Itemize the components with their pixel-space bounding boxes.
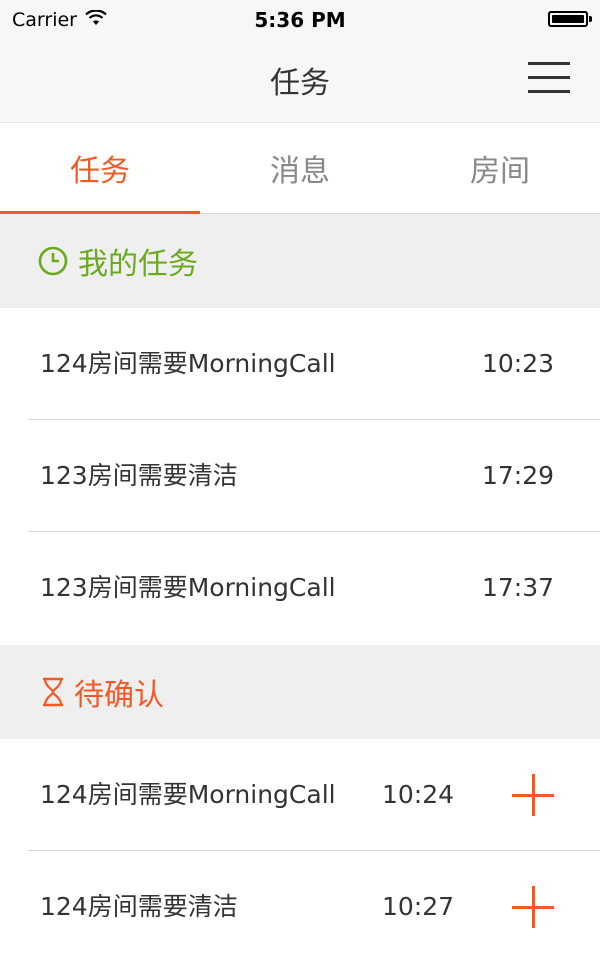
pending-title: 124房间需要MorningCall [40,780,336,809]
pending-title: 待确认 [74,678,164,713]
pending-row[interactable]: 124房间需要MorningCall 10:24 [0,739,600,851]
task-time: 17:37 [481,573,554,602]
pending-header: 待确认 [0,645,600,739]
pending-title: 124房间需要清洁 [40,892,238,921]
confirm-add-button[interactable] [512,886,554,928]
menu-icon[interactable] [528,62,570,94]
tab-tasks[interactable]: 任务 [0,123,200,214]
task-row[interactable]: 123房间需要清洁 17:29 [0,420,600,532]
task-row[interactable]: 123房间需要MorningCall 17:37 [0,532,600,644]
my-tasks-header: 我的任务 [0,214,600,308]
my-tasks-title: 我的任务 [78,247,198,282]
pending-time: 10:24 [382,780,455,809]
tab-bar: 任务 消息 房间 [0,123,600,214]
clock-icon [38,246,68,276]
nav-bar: 任务 [0,40,600,123]
task-row[interactable]: 124房间需要MorningCall 10:23 [0,308,600,420]
wifi-icon [85,9,107,31]
page-title: 任务 [270,66,330,101]
pending-row[interactable]: 124房间需要清洁 10:27 [0,851,600,963]
confirm-add-button[interactable] [512,774,554,816]
task-title: 123房间需要MorningCall [40,573,336,602]
pending-time: 10:27 [382,892,455,921]
task-title: 124房间需要MorningCall [40,349,336,378]
status-bar: Carrier 5:36 PM [0,0,600,40]
carrier-label: Carrier [12,9,77,31]
task-time: 10:23 [481,349,554,378]
tab-messages[interactable]: 消息 [200,123,400,213]
task-time: 17:29 [481,461,554,490]
tab-rooms[interactable]: 房间 [400,123,600,213]
hourglass-icon [38,677,68,707]
task-title: 123房间需要清洁 [40,461,238,490]
battery-icon [548,11,592,27]
status-left: Carrier [0,9,107,31]
